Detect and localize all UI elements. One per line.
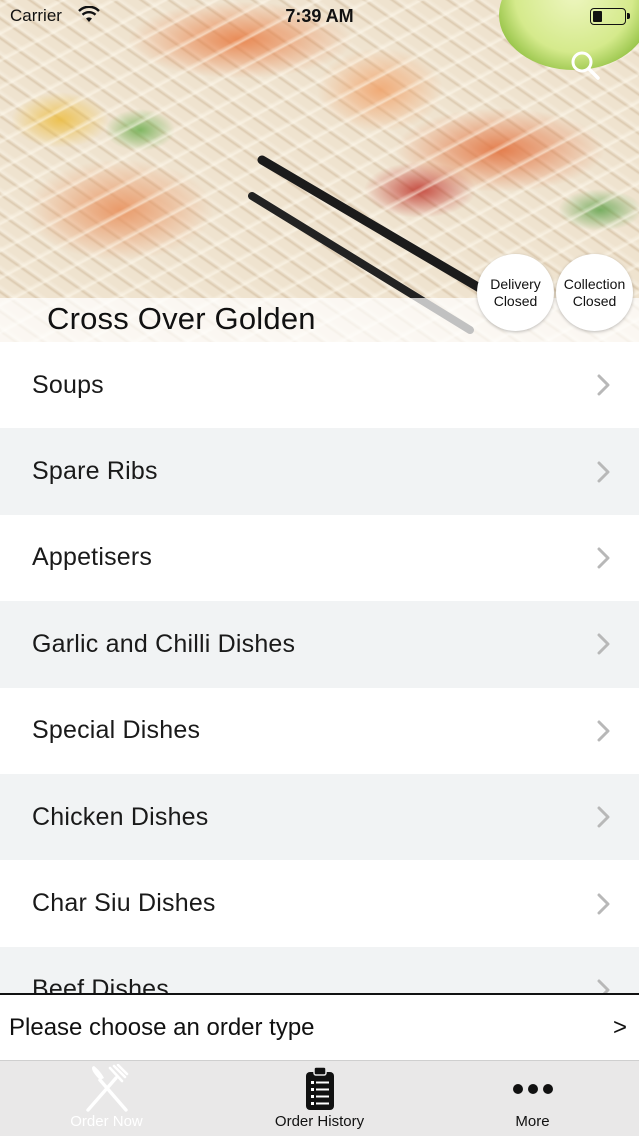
menu-category-row[interactable]: Appetisers [0,514,639,602]
chevron-right-icon [597,547,610,569]
fork-knife-icon [85,1064,128,1112]
tab-label-order-history: Order History [274,1113,365,1130]
collection-state: Closed [572,292,617,309]
tab-order-history[interactable]: Order History [213,1061,426,1136]
chevron-right-icon [597,374,610,396]
chevron-right-icon [597,720,610,742]
menu-category-list[interactable]: Soups Spare Ribs Appetisers Garlic and Chil… [0,342,639,994]
menu-category-row[interactable]: Spare Ribs [0,428,639,515]
menu-category-label: Appetisers [32,543,153,572]
delivery-state: Closed [493,292,538,309]
menu-category-label: Garlic and Chilli Dishes [32,629,296,658]
clipboard-list-icon [305,1066,334,1110]
tab-label-more: More [515,1113,550,1130]
ellipsis-icon [512,1084,553,1094]
collection-label: Collection [563,275,626,292]
menu-category-row[interactable]: Garlic and Chilli Dishes [0,601,639,688]
hero-banner: Cross Over Golden Delivery Closed Collec… [0,0,639,342]
delivery-label: Delivery [490,275,541,292]
menu-category-label: Beef Dishes [32,975,169,994]
tab-label-order-now: Order Now [70,1113,143,1130]
chevron-right-icon [597,633,610,655]
chevron-right-icon [597,461,610,483]
battery-icon [590,8,630,25]
delivery-status-badge[interactable]: Delivery Closed [477,254,554,331]
order-type-bar[interactable]: Please choose an order type > [0,993,639,1060]
tab-bar: Order Now Order History More [0,1060,639,1136]
menu-category-label: Char Siu Dishes [32,889,216,918]
menu-category-row[interactable]: Soups [0,342,639,429]
menu-category-label: Chicken Dishes [32,802,209,831]
tab-more[interactable]: More [426,1061,639,1136]
chevron-right-icon [597,893,610,915]
chevron-right-icon [597,806,610,828]
collection-status-badge[interactable]: Collection Closed [556,254,633,331]
search-icon[interactable] [568,48,604,84]
tab-order-now[interactable]: Order Now [0,1061,213,1136]
clock: 7:39 AM [285,6,354,26]
menu-category-row[interactable]: Chicken Dishes [0,773,639,861]
menu-category-label: Special Dishes [32,716,201,745]
menu-category-row[interactable]: Special Dishes [0,687,639,774]
menu-category-label: Soups [32,370,104,399]
menu-category-row[interactable]: Beef Dishes [0,946,639,994]
menu-category-row[interactable]: Char Siu Dishes [0,860,639,947]
status-bar: Carrier 7:39 AM [0,0,639,34]
chevron-right-icon [597,979,610,994]
order-type-prompt: Please choose an order type [9,1013,315,1041]
menu-category-label: Spare Ribs [32,457,158,486]
order-type-arrow-icon: > [612,1013,627,1041]
restaurant-name: Cross Over Golden [47,301,316,336]
